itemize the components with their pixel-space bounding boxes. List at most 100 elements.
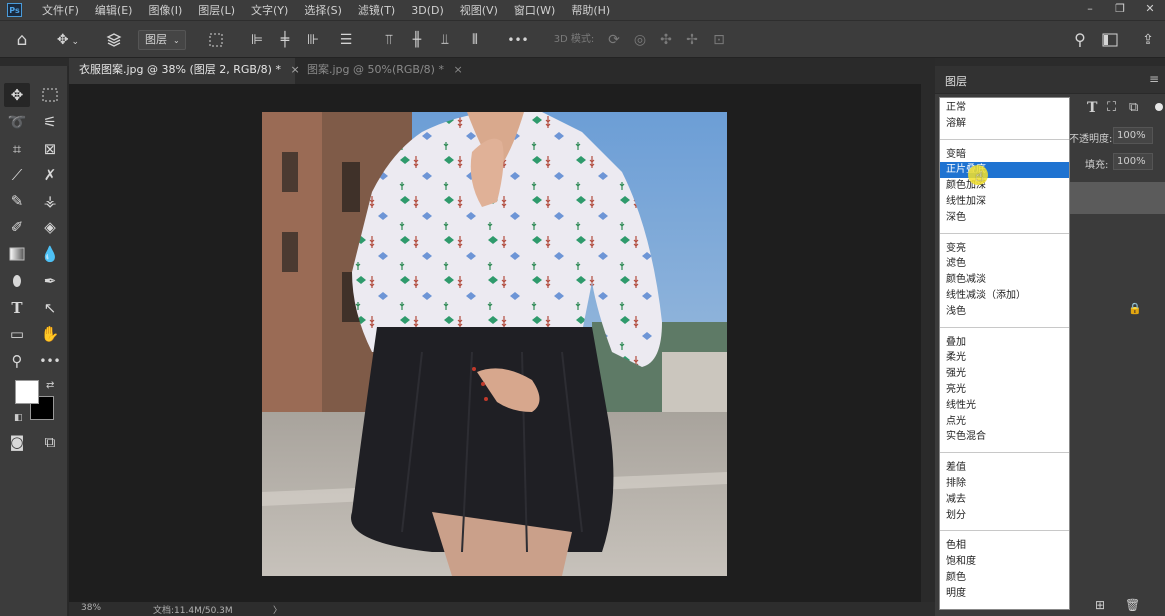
- blend-mode-item[interactable]: 明度: [940, 586, 1069, 602]
- blend-mode-item[interactable]: 实色混合: [940, 429, 1069, 445]
- menu-help[interactable]: 帮助(H): [563, 2, 618, 18]
- blend-mode-item[interactable]: 柔光: [940, 350, 1069, 366]
- blend-mode-item[interactable]: 浅色: [940, 304, 1069, 320]
- menu-image[interactable]: 图像(I): [140, 2, 190, 18]
- auto-select-icon[interactable]: [102, 30, 126, 50]
- blend-mode-item[interactable]: 线性光: [940, 398, 1069, 414]
- blend-mode-item[interactable]: 颜色减淡: [940, 272, 1069, 288]
- filter-shape-icon[interactable]: ⛶: [1107, 100, 1116, 115]
- blend-mode-item[interactable]: 强光: [940, 366, 1069, 382]
- hand-tool-icon[interactable]: ✋: [37, 322, 63, 346]
- blend-mode-item[interactable]: 点光: [940, 414, 1069, 430]
- blend-mode-item[interactable]: 划分: [940, 508, 1069, 524]
- move-tool-icon[interactable]: ✥: [4, 83, 30, 107]
- foreground-color-swatch[interactable]: [15, 380, 39, 404]
- menu-edit[interactable]: 编辑(E): [87, 2, 141, 18]
- blend-mode-item[interactable]: 饱和度: [940, 554, 1069, 570]
- transform-controls-icon[interactable]: [204, 30, 228, 50]
- minimize-button[interactable]: –: [1075, 0, 1105, 20]
- move-tool-options-icon[interactable]: ✥ ⌄: [50, 30, 86, 50]
- menu-filter[interactable]: 滤镜(T): [350, 2, 403, 18]
- share-icon[interactable]: ⇪: [1136, 30, 1160, 50]
- 3d-orbit-icon[interactable]: ⟳: [604, 30, 624, 50]
- blend-mode-item[interactable]: 颜色: [940, 570, 1069, 586]
- pen-tool-icon[interactable]: ✒: [37, 269, 63, 293]
- blend-mode-item[interactable]: 变亮: [940, 241, 1069, 257]
- menu-select[interactable]: 选择(S): [296, 2, 350, 18]
- tab-pattern[interactable]: 图案.jpg @ 50%(RGB/8) * ×: [297, 58, 463, 84]
- blend-mode-item[interactable]: 线性加深: [940, 194, 1069, 210]
- screen-mode-icon[interactable]: ⧉: [37, 430, 63, 454]
- brush-tool-icon[interactable]: ✎: [4, 189, 30, 213]
- default-colors-icon[interactable]: ◧: [14, 413, 23, 423]
- blend-mode-item[interactable]: 深色: [940, 210, 1069, 226]
- search-icon[interactable]: ⚲: [1068, 30, 1092, 50]
- path-select-tool-icon[interactable]: ↖: [37, 296, 63, 320]
- opacity-input[interactable]: 100%: [1113, 127, 1153, 144]
- align-bottom-icon[interactable]: ⫫: [434, 30, 456, 50]
- blend-mode-item[interactable]: 亮光: [940, 382, 1069, 398]
- filter-type-icon[interactable]: T: [1087, 100, 1097, 116]
- selected-layer-row[interactable]: [1070, 182, 1165, 214]
- menu-layer[interactable]: 图层(L): [190, 2, 243, 18]
- blur-tool-icon[interactable]: 💧: [37, 242, 63, 266]
- zoom-level[interactable]: 38%: [81, 603, 101, 613]
- filter-smart-object-icon[interactable]: ⧉: [1129, 100, 1138, 115]
- menu-file[interactable]: 文件(F): [34, 2, 87, 18]
- quick-select-tool-icon[interactable]: ⚟: [37, 110, 63, 134]
- edit-toolbar-icon[interactable]: •••: [37, 349, 63, 373]
- frame-tool-icon[interactable]: ⊠: [37, 137, 63, 161]
- history-brush-tool-icon[interactable]: ✐: [4, 215, 30, 239]
- blend-mode-item[interactable]: 差值: [940, 460, 1069, 476]
- align-hcenter-icon[interactable]: ╪: [274, 30, 296, 50]
- patch-tool-icon[interactable]: ✗: [37, 163, 63, 187]
- menu-window[interactable]: 窗口(W): [506, 2, 563, 18]
- dodge-tool-icon[interactable]: ⬮: [4, 269, 30, 293]
- blend-mode-item[interactable]: 叠加: [940, 335, 1069, 351]
- eraser-tool-icon[interactable]: ◈: [37, 215, 63, 239]
- align-left-icon[interactable]: ⊫: [246, 30, 268, 50]
- blend-mode-item[interactable]: 排除: [940, 476, 1069, 492]
- align-options-icon[interactable]: ⫴: [464, 30, 486, 50]
- eyedropper-tool-icon[interactable]: ⟋: [4, 163, 30, 187]
- menu-view[interactable]: 视图(V): [452, 2, 506, 18]
- swap-colors-icon[interactable]: ⇄: [46, 380, 54, 391]
- 3d-roll-icon[interactable]: ◎: [630, 30, 650, 50]
- panel-menu-icon[interactable]: ≡: [1149, 72, 1159, 86]
- stamp-tool-icon[interactable]: ⚶: [37, 189, 63, 213]
- rectangle-tool-icon[interactable]: ▭: [4, 322, 30, 346]
- 3d-slide-icon[interactable]: ✢: [682, 30, 702, 50]
- type-tool-icon[interactable]: T: [4, 296, 30, 320]
- crop-tool-icon[interactable]: ⌗: [4, 137, 30, 161]
- close-icon[interactable]: ×: [453, 63, 462, 76]
- lasso-tool-icon[interactable]: ➰: [4, 110, 30, 134]
- home-icon[interactable]: ⌂: [10, 30, 34, 50]
- tab-clothing-pattern[interactable]: 衣服图案.jpg @ 38% (图层 2, RGB/8) * ×: [69, 58, 300, 84]
- status-menu-arrow[interactable]: 〉: [273, 603, 282, 616]
- canvas-scrollbar[interactable]: [921, 84, 935, 602]
- align-right-icon[interactable]: ⊪: [302, 30, 324, 50]
- document-image[interactable]: [262, 112, 727, 576]
- workspace-icon[interactable]: [1098, 30, 1122, 50]
- new-layer-icon[interactable]: ⊞: [1095, 598, 1105, 612]
- blend-mode-item[interactable]: 变暗: [940, 147, 1069, 163]
- zoom-tool-icon[interactable]: ⚲: [4, 349, 30, 373]
- align-top-icon[interactable]: ⫪: [378, 30, 400, 50]
- align-vcenter-icon[interactable]: ╫: [406, 30, 428, 50]
- 3d-camera-icon[interactable]: ⊡: [708, 30, 730, 50]
- more-options-button[interactable]: •••: [505, 30, 531, 50]
- blend-mode-item[interactable]: 溶解: [940, 116, 1069, 132]
- filter-toggle-icon[interactable]: [1155, 103, 1163, 111]
- blend-mode-item[interactable]: 线性减淡（添加）: [940, 288, 1069, 304]
- blend-mode-item[interactable]: 减去: [940, 492, 1069, 508]
- menu-type[interactable]: 文字(Y): [243, 2, 296, 18]
- blend-mode-item[interactable]: 正片叠底: [940, 162, 1069, 179]
- marquee-tool-icon[interactable]: [37, 83, 63, 107]
- quick-mask-icon[interactable]: ◙: [4, 430, 30, 454]
- 3d-pan-icon[interactable]: ✣: [656, 30, 676, 50]
- trash-icon[interactable]: 🗑: [1125, 598, 1140, 612]
- blend-mode-item[interactable]: 色相: [940, 538, 1069, 554]
- blend-mode-dropdown[interactable]: 正常 溶解 变暗 正片叠底 颜色加深 线性加深 深色 变亮 滤色 颜色减淡 线性减淡（添加） 浅色 叠加…: [939, 97, 1070, 610]
- tab-layers[interactable]: 图层: [945, 73, 967, 89]
- menu-3d[interactable]: 3D(D): [403, 4, 452, 17]
